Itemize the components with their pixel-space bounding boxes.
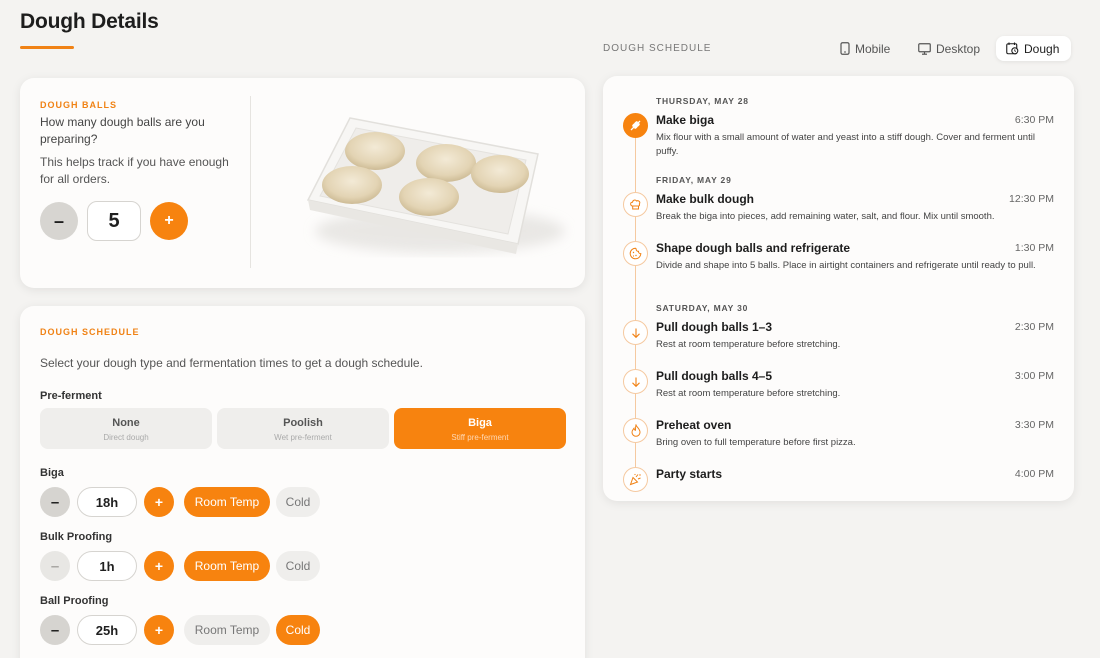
party-popper-icon <box>629 473 641 486</box>
timeline-step-description: Rest at room temperature before stretchi… <box>656 388 841 399</box>
timeline-step-marker <box>623 467 648 492</box>
timeline-step-title: Make biga <box>656 113 715 127</box>
bulk-proofing-room-temp-toggle[interactable]: Room Temp <box>184 551 270 581</box>
day-label: FRIDAY, MAY 29 <box>656 175 732 185</box>
bulk-proofing-duration-value[interactable]: 1h <box>77 551 137 581</box>
schedule-header-label: DOUGH SCHEDULE <box>603 43 712 54</box>
arrow-down-icon <box>631 377 640 387</box>
arrow-down-icon <box>631 328 640 338</box>
biga-room-temp-toggle[interactable]: Room Temp <box>184 487 270 517</box>
ball-proofing-label: Ball Proofing <box>40 595 109 607</box>
option-name: Poolish <box>283 417 323 429</box>
timeline-step-description: Break the biga into pieces, add remainin… <box>656 211 995 222</box>
dough-balls-tray-image <box>306 117 565 254</box>
timeline-step-marker <box>623 418 648 443</box>
timeline-step-marker <box>623 192 648 217</box>
timeline-step-time: 2:30 PM <box>1014 321 1054 333</box>
preferment-label: Pre-ferment <box>40 390 102 402</box>
day-label: THURSDAY, MAY 28 <box>656 96 749 106</box>
timeline-step-marker <box>623 369 648 394</box>
chef-hat-icon <box>630 199 641 210</box>
timeline-step-title: Make bulk dough <box>656 192 755 206</box>
timeline-step-time: 6:30 PM <box>1014 114 1054 126</box>
biga-increment-button[interactable]: + <box>144 487 174 517</box>
flame-icon <box>630 424 641 437</box>
timeline-step-time: 4:00 PM <box>1014 468 1054 480</box>
option-subtitle: Stiff pre-ferment <box>451 433 509 442</box>
wheat-icon <box>630 120 641 131</box>
phone-icon <box>840 42 850 55</box>
ball-proofing-decrement-button[interactable]: – <box>40 615 70 645</box>
timeline-step-title: Preheat oven <box>656 418 732 432</box>
bulk-proofing-cold-toggle[interactable]: Cold <box>276 551 320 581</box>
timeline-step-title: Pull dough balls 1–3 <box>656 320 773 334</box>
dough-schedule-timeline: THURSDAY, MAY 28 Make biga 6:30 PM Mix f… <box>603 76 1074 501</box>
option-subtitle: Wet pre-ferment <box>274 433 332 442</box>
ball-proofing-increment-button[interactable]: + <box>144 615 174 645</box>
timeline-step-title: Pull dough balls 4–5 <box>656 369 773 383</box>
timeline-step-description: Mix flour with a small amount of water a… <box>656 132 1035 157</box>
timeline-step-title: Shape dough balls and refrigerate <box>656 241 851 255</box>
dough-schedule-settings-card: DOUGH SCHEDULE Select your dough type an… <box>20 306 585 658</box>
timeline-step-marker <box>623 113 648 138</box>
tab-desktop[interactable]: Desktop <box>908 36 990 61</box>
settings-intro: Select your dough type and fermentation … <box>40 356 423 370</box>
timeline-step-description: Divide and shape into 5 balls. Place in … <box>656 260 1036 271</box>
biga-cold-toggle[interactable]: Cold <box>276 487 320 517</box>
tab-mobile[interactable]: Mobile <box>830 36 900 61</box>
calendar-clock-icon <box>1006 42 1019 55</box>
timeline-step-title: Party starts <box>656 467 723 481</box>
option-name: None <box>112 417 140 429</box>
ball-proofing-room-temp-toggle[interactable]: Room Temp <box>184 615 270 645</box>
timeline-step-marker <box>623 320 648 345</box>
dough-schedule-eyebrow: DOUGH SCHEDULE <box>40 327 140 337</box>
dough-balls-card: DOUGH BALLS How many dough balls are you… <box>20 78 585 288</box>
dough-balls-eyebrow: DOUGH BALLS <box>40 100 117 110</box>
option-name: Biga <box>468 417 492 429</box>
monitor-icon <box>918 42 931 55</box>
tab-label: Mobile <box>855 41 891 56</box>
tab-label: Dough <box>1024 41 1060 56</box>
tab-label: Desktop <box>936 41 981 56</box>
day-label: SATURDAY, MAY 30 <box>656 303 749 313</box>
card-divider <box>250 96 251 268</box>
dough-balls-decrement-button[interactable]: – <box>40 202 78 240</box>
dough-balls-question: How many dough balls are you preparing? <box>40 115 205 146</box>
bulk-proofing-increment-button[interactable]: + <box>144 551 174 581</box>
page-title: Dough Details <box>20 10 159 33</box>
timeline-step-description: Bring oven to full temperature before fi… <box>656 437 856 448</box>
cookie-icon <box>629 247 642 260</box>
preferment-option-none[interactable]: None Direct dough <box>40 408 212 449</box>
preferment-option-biga[interactable]: Biga Stiff pre-ferment <box>394 408 566 449</box>
ball-proofing-cold-toggle[interactable]: Cold <box>276 615 320 645</box>
dough-balls-increment-button[interactable]: + <box>150 202 188 240</box>
tab-dough[interactable]: Dough <box>996 36 1071 61</box>
timeline-step-time: 1:30 PM <box>1014 242 1054 254</box>
dough-balls-hint: This helps track if you have enough for … <box>40 155 229 186</box>
bulk-proofing-label: Bulk Proofing <box>40 531 113 543</box>
title-underline <box>20 46 74 49</box>
option-subtitle: Direct dough <box>103 433 149 442</box>
timeline-step-time: 12:30 PM <box>1009 193 1054 205</box>
bulk-proofing-decrement-button[interactable]: – <box>40 551 70 581</box>
biga-duration-value[interactable]: 18h <box>77 487 137 517</box>
dough-balls-count[interactable]: 5 <box>87 201 141 241</box>
biga-label: Biga <box>40 467 64 479</box>
preferment-option-poolish[interactable]: Poolish Wet pre-ferment <box>217 408 389 449</box>
timeline-step-marker <box>623 241 648 266</box>
timeline-step-time: 3:30 PM <box>1014 419 1054 431</box>
timeline-step-time: 3:00 PM <box>1014 370 1054 382</box>
ball-proofing-duration-value[interactable]: 25h <box>77 615 137 645</box>
biga-decrement-button[interactable]: – <box>40 487 70 517</box>
timeline-step-description: Rest at room temperature before stretchi… <box>656 339 841 350</box>
